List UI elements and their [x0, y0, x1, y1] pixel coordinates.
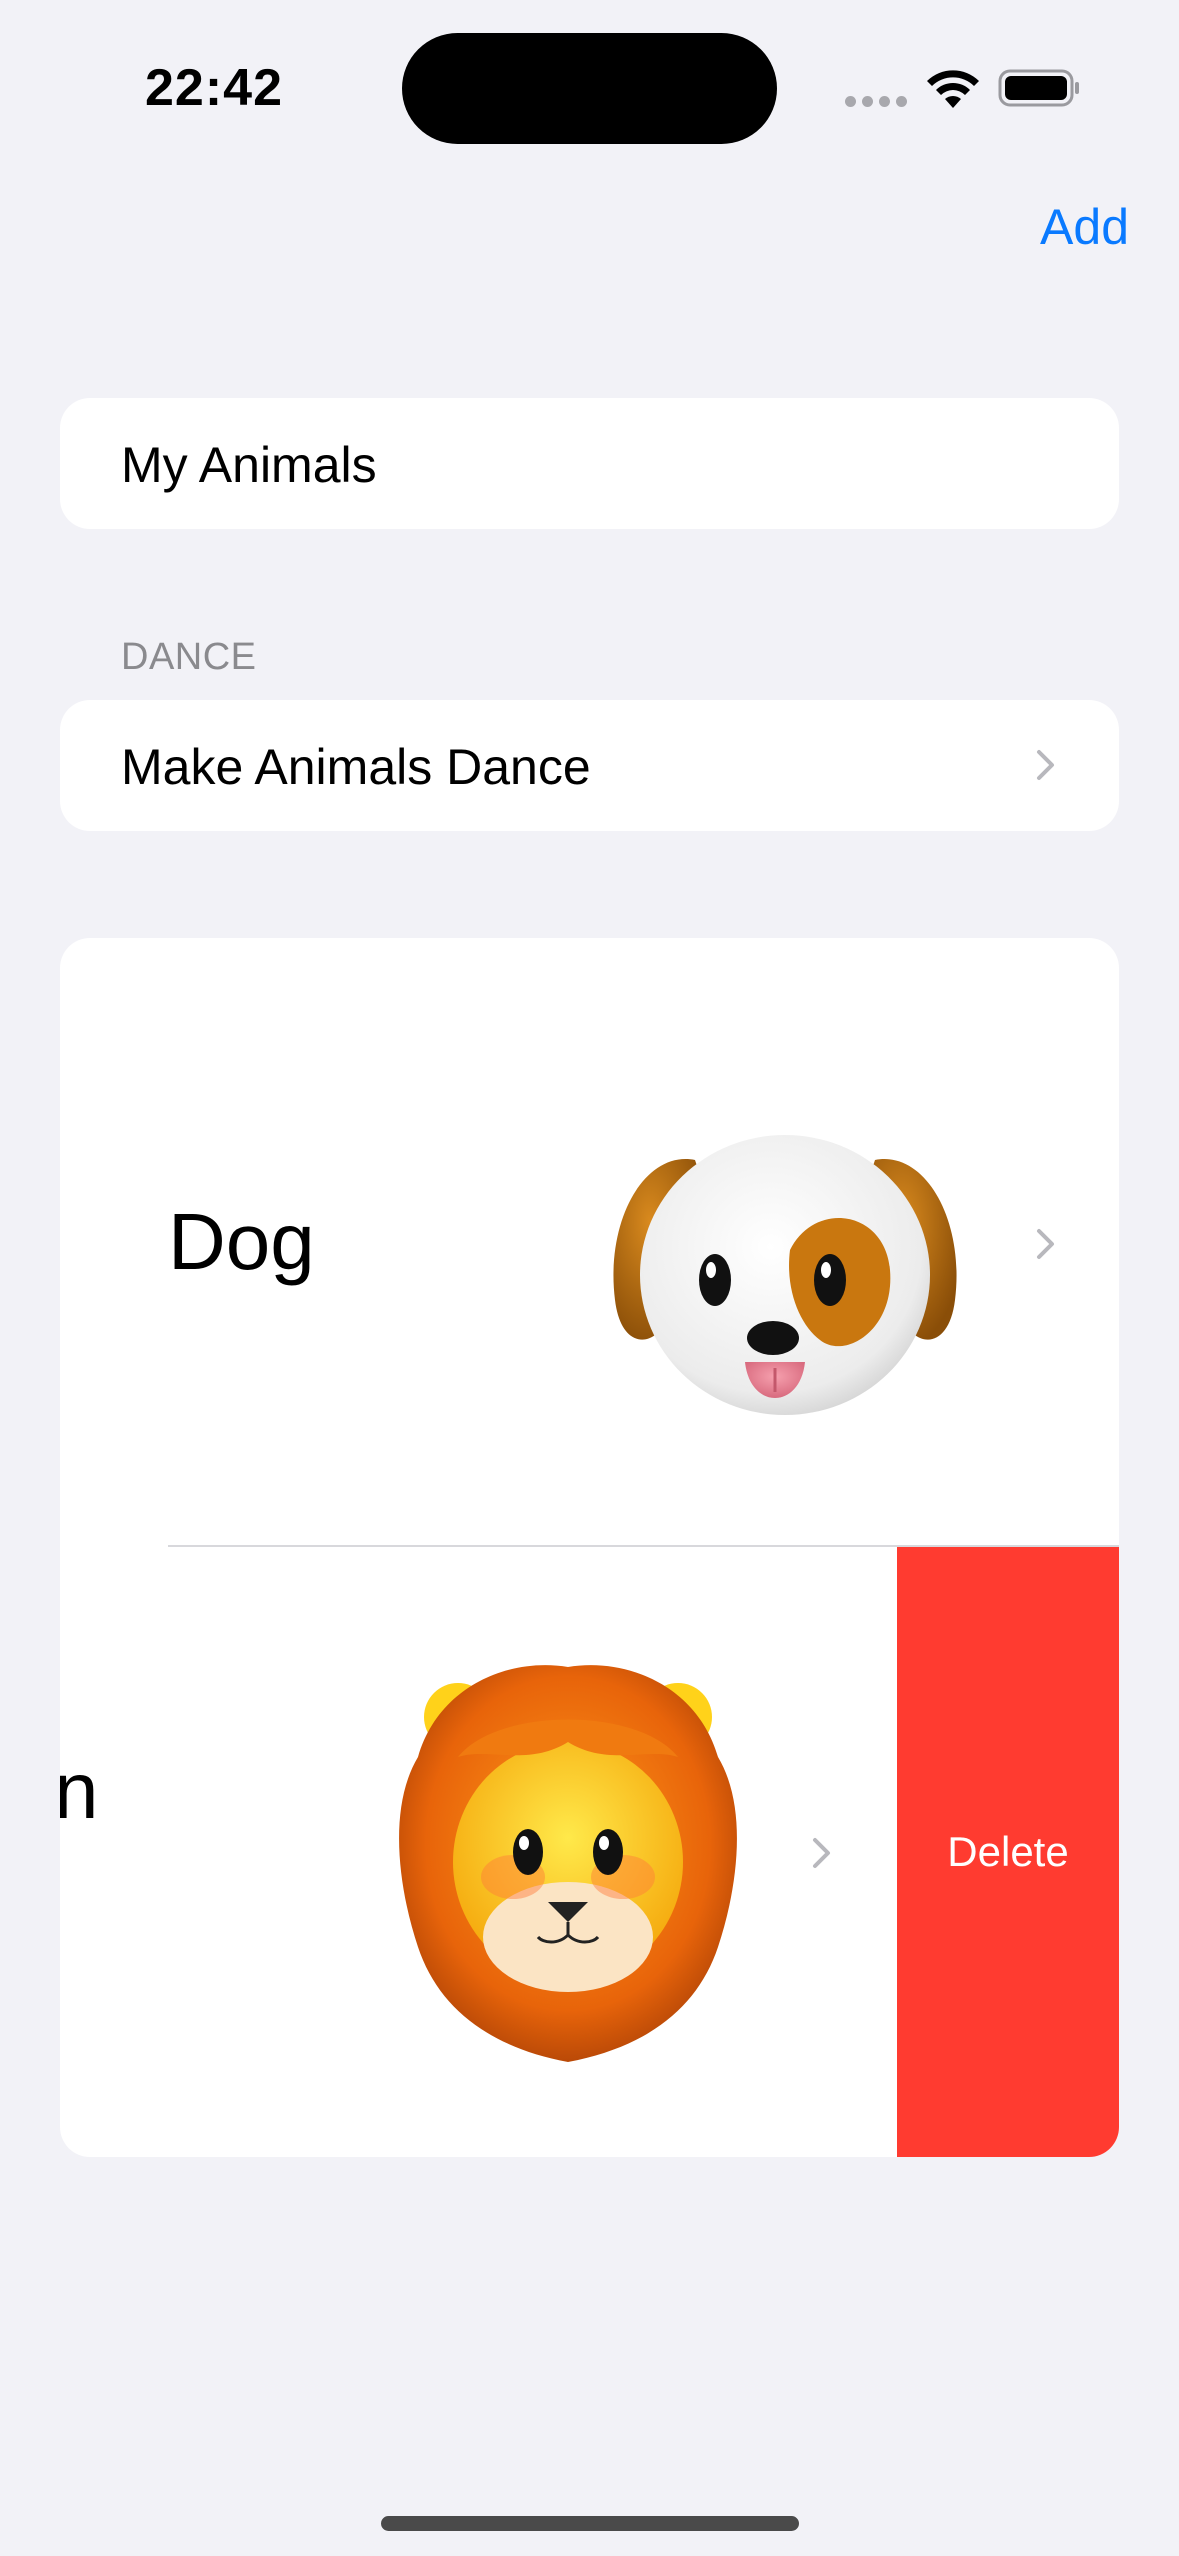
- dynamic-island: [402, 33, 777, 144]
- battery-icon: [998, 69, 1079, 107]
- add-button[interactable]: Add: [1040, 198, 1129, 256]
- status-time: 22:42: [145, 59, 283, 117]
- delete-button[interactable]: Delete: [897, 1547, 1119, 2157]
- list-title-field[interactable]: My Animals: [60, 398, 1119, 529]
- make-animals-dance-label: Make Animals Dance: [121, 739, 591, 795]
- chevron-right-icon: [1036, 1228, 1056, 1260]
- home-indicator[interactable]: [381, 2516, 799, 2531]
- cellular-signal-icon: [845, 96, 907, 107]
- chevron-right-icon: [812, 1837, 832, 1869]
- list-item-dog[interactable]: Dog: [60, 938, 1119, 1545]
- dog-face-icon: [613, 1135, 957, 1415]
- lion-face-icon: [399, 1665, 737, 2062]
- wifi-icon: [927, 70, 979, 108]
- animal-name: Dog: [168, 1197, 315, 1286]
- animal-name: n: [60, 1746, 99, 1835]
- list-item-lion-swiped[interactable]: n Delete: [60, 1547, 1119, 2157]
- animals-list: Dog n Delete: [60, 938, 1119, 2157]
- section-header-dance: DANCE: [121, 636, 257, 678]
- make-animals-dance-row[interactable]: Make Animals Dance: [60, 700, 1119, 831]
- chevron-right-icon: [1036, 749, 1056, 781]
- list-title-value[interactable]: My Animals: [121, 436, 377, 494]
